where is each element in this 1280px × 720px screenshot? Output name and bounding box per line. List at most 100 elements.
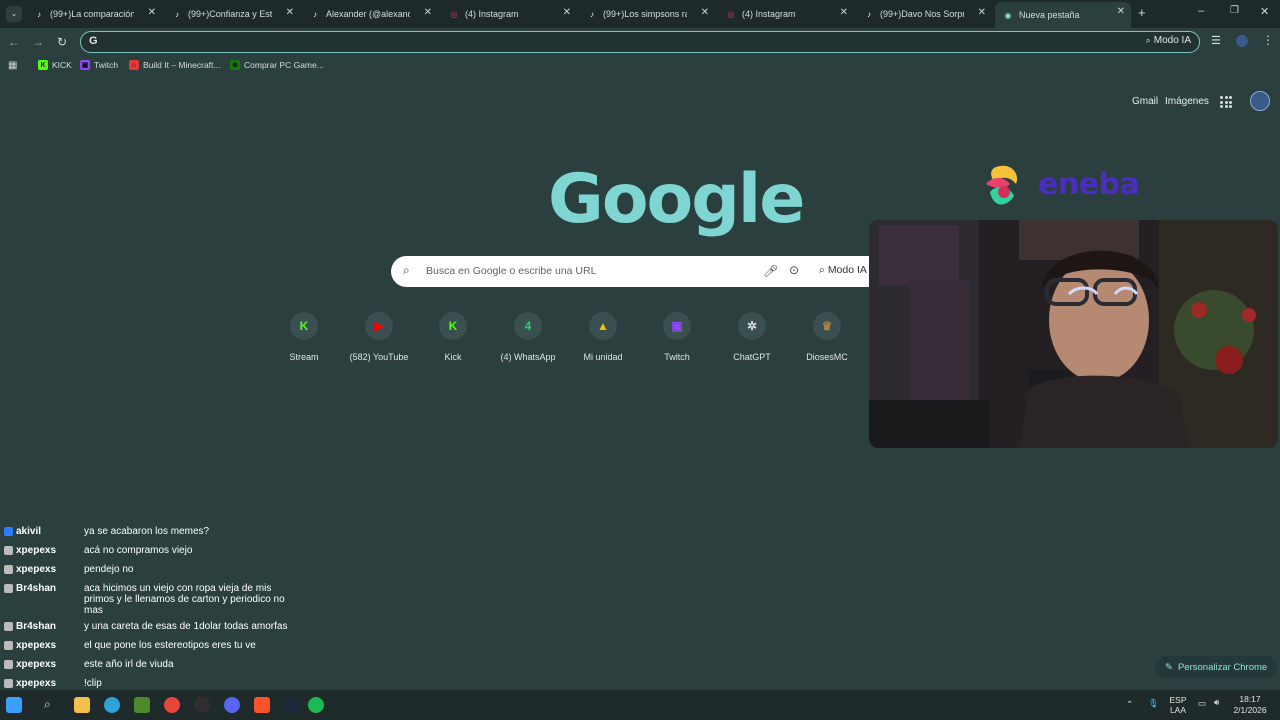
shortcut-tile[interactable]: ✲ ChatGPT: [717, 312, 787, 362]
spotify-icon[interactable]: [308, 697, 324, 713]
webcam-image: [869, 220, 1278, 448]
tab[interactable]: ◎ (4) Instagram ✕: [718, 3, 854, 25]
shortcut-tile[interactable]: K Kick: [418, 312, 488, 362]
network-icon[interactable]: ▭: [1198, 698, 1206, 709]
chat-username: Br4shan: [4, 621, 56, 632]
profile-icon[interactable]: [1236, 35, 1248, 47]
clock[interactable]: 18:17 2/1/2026: [1230, 694, 1270, 716]
close-tab-icon[interactable]: ✕: [840, 7, 848, 18]
taskbar: ⌕ ⌃ 🎙︎ ESP LAA ▭ 🔊︎ 18:17 2/1/2026: [0, 690, 1280, 720]
tab[interactable]: ♪ (99+)Confianza y Estilo en ✕: [164, 3, 300, 25]
steam-icon[interactable]: [284, 697, 300, 713]
chat-text: este año irl de viuda: [84, 659, 174, 670]
twitch-icon: ▣: [663, 312, 691, 340]
tab-title: (4) Instagram: [465, 9, 519, 19]
close-tab-icon[interactable]: ✕: [148, 7, 156, 18]
user-badge-icon: [4, 679, 13, 688]
microphone-icon[interactable]: 🎤︎: [763, 264, 778, 278]
close-tab-icon[interactable]: ✕: [563, 7, 571, 18]
tab[interactable]: ♪ (99+)Los simpsons ramdo ✕: [579, 3, 715, 25]
instagram-icon: ◎: [450, 9, 458, 19]
chrome-icon[interactable]: [164, 697, 180, 713]
bookmark-item[interactable]: ⊗ Comprar PC Game...: [230, 60, 324, 70]
forward-button[interactable]: →: [30, 34, 46, 50]
search-input[interactable]: Busca en Google o escribe una URL: [426, 265, 596, 277]
maximize-button[interactable]: ❐: [1230, 5, 1239, 16]
user-badge-icon: [4, 565, 13, 574]
kick-icon: K: [439, 312, 467, 340]
microphone-tray-icon[interactable]: 🎙︎: [1148, 698, 1159, 709]
shortcut-tile[interactable]: ▶ (582) YouTube: [344, 312, 414, 362]
new-tab-button[interactable]: +: [1138, 5, 1146, 20]
tab[interactable]: ♪ (99+)La comparación de ✕: [26, 3, 162, 25]
windows-start-icon[interactable]: [6, 697, 22, 713]
chat-text: pendejo no: [84, 564, 134, 575]
shortcut-label: (582) YouTube: [349, 352, 409, 362]
apps-grid-icon[interactable]: ▦: [8, 60, 17, 71]
shortcut-tile[interactable]: ♛ DiosesMC: [792, 312, 862, 362]
edge-icon[interactable]: [104, 697, 120, 713]
instagram-icon: ◎: [727, 9, 735, 19]
tab[interactable]: ♪ (99+)Davo Nos Sorprend ✕: [856, 3, 992, 25]
chat-username: xpepexs: [4, 659, 56, 670]
lens-icon[interactable]: ⊙: [789, 263, 799, 277]
close-tab-icon[interactable]: ✕: [286, 7, 294, 18]
shortcut-label: Twitch: [664, 352, 690, 362]
search-icon: ⌕: [403, 263, 410, 277]
minimize-button[interactable]: –: [1198, 5, 1204, 17]
tab-strip: ⌄ ♪ (99+)La comparación de ✕ ♪ (99+)Confianz…: [0, 0, 1280, 28]
tiktok-icon: ♪: [590, 9, 594, 19]
file-explorer-icon[interactable]: [74, 697, 90, 713]
tab-search-button[interactable]: ⌄: [6, 6, 22, 22]
bookmark-item[interactable]: ▣ Twitch: [80, 60, 118, 70]
close-tab-icon[interactable]: ✕: [701, 7, 709, 18]
chat-text: !clip: [84, 678, 102, 689]
shortcut-tile[interactable]: ▣ Twitch: [642, 312, 712, 362]
tray-chevron-icon[interactable]: ⌃: [1126, 699, 1133, 710]
gmail-link[interactable]: Gmail: [1132, 96, 1158, 107]
search-icon[interactable]: ⌕: [44, 697, 60, 713]
brave-icon[interactable]: [254, 697, 270, 713]
close-window-button[interactable]: ✕: [1260, 5, 1269, 18]
tab[interactable]: ♪ Alexander (@alexanderr_ ✕: [302, 3, 438, 25]
shortcut-label: (4) WhatsApp: [500, 352, 556, 362]
close-tab-icon[interactable]: ✕: [1117, 6, 1125, 17]
shortcut-tile[interactable]: K Stream: [269, 312, 339, 362]
volume-icon[interactable]: 🔊︎: [1214, 697, 1219, 708]
back-button[interactable]: ←: [6, 34, 22, 50]
bookmark-item[interactable]: K KICK: [38, 60, 72, 70]
menu-icon[interactable]: ⋮: [1262, 33, 1274, 47]
obs-icon[interactable]: [194, 697, 210, 713]
ai-mode-search-button[interactable]: ⌕ Modo IA: [819, 264, 867, 277]
reload-button[interactable]: ↻: [54, 34, 70, 50]
close-tab-icon[interactable]: ✕: [978, 7, 986, 18]
tab-title: (99+)La comparación de: [50, 9, 134, 19]
shortcut-label: DiosesMC: [806, 352, 848, 362]
chat-username: xpepexs: [4, 564, 56, 575]
tiktok-icon: ♪: [175, 9, 179, 19]
tab[interactable]: ◎ (4) Instagram ✕: [441, 3, 577, 25]
images-link[interactable]: Imágenes: [1165, 96, 1209, 107]
ai-mode-button[interactable]: ⌕ Modo IA: [1146, 35, 1191, 46]
address-bar[interactable]: G ⌕ Modo IA: [80, 31, 1200, 53]
shortcut-label: Kick: [444, 352, 462, 362]
tab-title: Alexander (@alexanderr_: [326, 9, 410, 19]
tab-title: Nueva pestaña: [1019, 10, 1080, 20]
shortcut-tile[interactable]: 4 (4) WhatsApp: [493, 312, 563, 362]
shortcut-tile[interactable]: ▲ Mi unidad: [568, 312, 638, 362]
bookmark-item[interactable]: ⌂ Build It – Minecraft...: [129, 60, 220, 70]
user-badge-icon: [4, 584, 13, 593]
tab[interactable]: ◉ Nueva pestaña ✕: [995, 2, 1131, 28]
eneba-logo: [986, 165, 1018, 205]
discord-icon[interactable]: [224, 697, 240, 713]
language-indicator[interactable]: ESP LAA: [1168, 695, 1188, 715]
youtube-icon: ▶: [365, 312, 393, 340]
avatar[interactable]: [1250, 91, 1270, 111]
google-apps-icon[interactable]: [1220, 96, 1232, 108]
minecraft-icon[interactable]: [134, 697, 150, 713]
whatsapp-icon: 4: [514, 312, 542, 340]
personalize-chrome-button[interactable]: ✎ Personalizar Chrome: [1155, 656, 1278, 678]
close-tab-icon[interactable]: ✕: [424, 7, 432, 18]
tab-search-icon[interactable]: ☰: [1211, 34, 1221, 47]
search-box[interactable]: ⌕ Busca en Google o escribe una URL 🎤︎ ⊙…: [391, 256, 871, 287]
